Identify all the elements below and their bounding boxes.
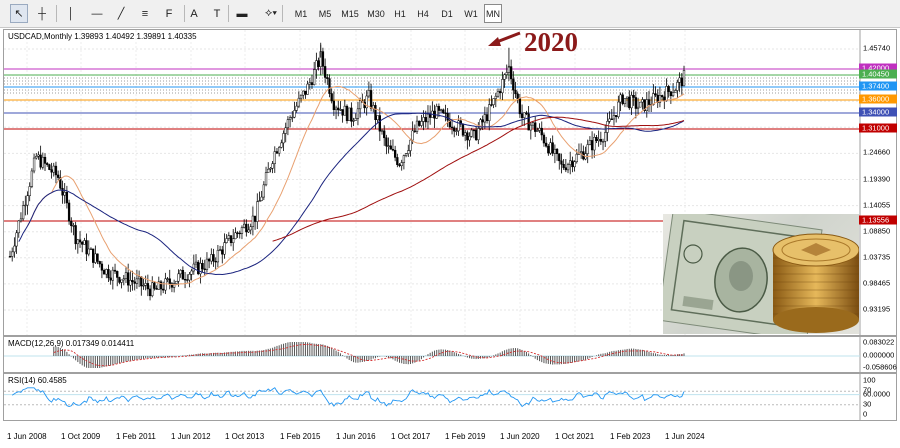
toolbar-separator	[184, 5, 185, 22]
rsi-axis-label: 30	[863, 399, 872, 409]
rsi-axis-label: 0	[863, 409, 868, 419]
horizontal-line-tool[interactable]: —	[88, 4, 106, 23]
rsi-panel[interactable]: RSI(14) 60.4585	[3, 373, 897, 421]
macd-axis-label: 0.000000	[863, 350, 895, 360]
shapes-menu-tool[interactable]: ⟡▾	[260, 4, 282, 23]
timeframe-w1[interactable]: W1	[460, 4, 482, 23]
dollar-coins-photo	[663, 214, 859, 334]
date-axis-label: 1 Oct 2021	[555, 432, 595, 441]
chart-title: USDCAD,Monthly 1.39893 1.40492 1.39891 1…	[8, 32, 197, 41]
rsi-chart	[4, 374, 861, 420]
text-label-tool[interactable]: T	[208, 4, 226, 23]
date-axis-label: 1 Jun 2012	[171, 432, 211, 441]
price-axis-label: 0.98465	[863, 278, 891, 288]
price-axis-label: 1.19390	[863, 174, 891, 183]
timeframe-m1[interactable]: M1	[290, 4, 312, 23]
price-axis-label: 1.14055	[863, 200, 891, 210]
level-badge-1-13556: 1.13556	[859, 215, 897, 225]
rsi-axis: 100 70 60.0000 30 0	[859, 373, 897, 421]
macd-signal-line	[53, 344, 685, 367]
rectangle-tool[interactable]: ▬	[233, 4, 251, 23]
rsi-axis-label: 100	[863, 375, 876, 385]
price-axis-label: 1.08850	[863, 226, 891, 236]
chart-toolbar: ↖ ┼ │ — ╱ ≡ F A T ▬ ⟡▾ M1 M5 M15 M30 H1 H4 D1 W1 MN	[0, 0, 900, 28]
main-chart-panel[interactable]: USDCAD,Monthly 1.39893 1.40492 1.39891 1…	[3, 29, 897, 336]
fibonacci-tool[interactable]: F	[160, 4, 178, 23]
cursor-tool[interactable]: ↖	[10, 4, 28, 23]
annotation-2020: 2020	[524, 29, 578, 57]
timeframe-h1[interactable]: H1	[390, 4, 410, 23]
rsi-axis-label: 60.0000	[863, 389, 891, 399]
date-axis-label: 1 Oct 2017	[391, 432, 431, 441]
price-axis-label: 1.03735	[863, 252, 891, 262]
trendline-tool[interactable]: ╱	[112, 4, 130, 23]
level-badge-1-31000: 1.31000	[859, 123, 897, 133]
macd-panel[interactable]: MACD(12,26,9) 0.017349 0.014411	[3, 336, 897, 373]
vertical-line-tool[interactable]: │	[64, 4, 78, 23]
price-axis-label: 1.45740	[863, 43, 891, 53]
level-badge-1-40450: 1.40450	[859, 69, 897, 79]
macd-axis: 0.083022 0.000000 -0.058606	[859, 336, 897, 373]
rsi-line	[11, 387, 685, 408]
price-axis-label: 1.24660	[863, 147, 891, 157]
crosshair-tool[interactable]: ┼	[33, 4, 51, 23]
timeframe-mn[interactable]: MN	[484, 4, 502, 23]
date-axis-label: 1 Feb 2011	[116, 432, 156, 441]
arrow-annotation	[488, 31, 521, 46]
date-axis-label: 1 Jun 2008	[7, 432, 47, 441]
date-axis-label: 1 Jun 2024	[665, 432, 705, 441]
level-badge-1-36000: 1.36000	[859, 94, 897, 104]
macd-histogram	[53, 342, 685, 368]
toolbar-separator	[56, 5, 57, 22]
date-axis-label: 1 Jun 2020	[500, 432, 540, 441]
timeframe-h4[interactable]: H4	[413, 4, 433, 23]
toolbar-separator	[228, 5, 229, 22]
timeframe-m30[interactable]: M30	[364, 4, 388, 23]
rsi-title: RSI(14) 60.4585	[8, 376, 67, 385]
timeframe-m15[interactable]: M15	[338, 4, 362, 23]
equidistant-channel-tool[interactable]: ≡	[136, 4, 154, 23]
timeframe-d1[interactable]: D1	[436, 4, 458, 23]
macd-title: MACD(12,26,9) 0.017349 0.014411	[8, 339, 135, 348]
ma-medium-line	[18, 112, 685, 276]
date-axis-label: 1 Oct 2013	[225, 432, 265, 441]
gold-coins-icon	[772, 233, 859, 333]
price-axis-label: 0.93195	[863, 304, 891, 314]
level-badge-1-34000: 1.34000	[859, 107, 897, 117]
timeframe-m5[interactable]: M5	[314, 4, 336, 23]
date-axis-label: 1 Jun 2016	[336, 432, 376, 441]
toolbar-separator	[282, 5, 283, 22]
text-tool[interactable]: A	[185, 4, 203, 23]
macd-axis-label: 0.083022	[863, 337, 895, 347]
macd-chart	[4, 337, 861, 372]
date-axis-label: 1 Oct 2009	[61, 432, 101, 441]
date-axis-label: 1 Feb 2023	[610, 432, 651, 441]
date-axis-label: 1 Feb 2019	[445, 432, 486, 441]
level-badge-1-37400: 1.37400	[859, 81, 897, 91]
date-axis-label: 1 Feb 2015	[280, 432, 321, 441]
macd-axis-label: -0.058606	[863, 362, 897, 372]
